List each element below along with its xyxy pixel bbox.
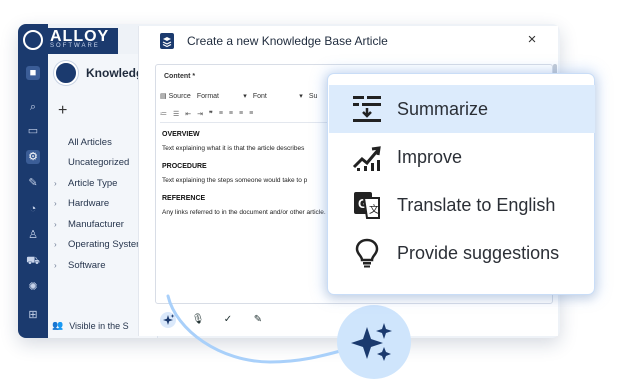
chevron-right-icon[interactable]: › <box>54 199 68 208</box>
kb-logo-icon <box>54 61 78 85</box>
section-text: Text explaining what it is that the arti… <box>162 145 305 152</box>
summarize-label: Summarize <box>397 98 489 119</box>
brand-logo: ALLOY SOFTWARE <box>48 28 118 54</box>
chevron-down-icon: ▾ <box>299 93 303 100</box>
kb-header: Knowledge <box>54 60 150 86</box>
tools-icon[interactable]: ✎ <box>26 176 40 190</box>
nav-item-label: Manufacturer <box>68 218 124 230</box>
menu-item-suggestions[interactable]: Provide suggestions <box>329 229 595 277</box>
improve-icon <box>352 146 381 171</box>
indent-icon[interactable]: ⇥ <box>197 110 203 118</box>
knowledge-article-icon <box>160 33 174 49</box>
nav-item-label: All Articles <box>68 136 112 148</box>
section-heading: OVERVIEW <box>162 131 200 138</box>
lightbulb-icon <box>355 238 379 268</box>
modal-header: Create a new Knowledge Base Article × <box>139 26 559 56</box>
gauge-icon[interactable]: ◔ <box>26 202 40 216</box>
menu-item-improve[interactable]: Improve <box>329 133 595 181</box>
nav-item-label: Article Type <box>68 177 118 189</box>
blockquote-icon[interactable]: ❞ <box>209 110 213 118</box>
sparkle-icon <box>351 323 392 361</box>
cart-icon[interactable]: ⛟ <box>26 254 40 268</box>
search-icon[interactable]: ⌕ <box>26 100 40 114</box>
translate-icon: G 文 <box>354 192 380 219</box>
ai-sparkle-button[interactable] <box>160 312 176 328</box>
add-button[interactable]: + <box>58 102 67 120</box>
outdent-icon[interactable]: ⇤ <box>185 110 191 118</box>
editor-actions: 🎙 ✓ ✎ <box>160 311 280 329</box>
summarize-icon <box>353 96 381 122</box>
visible-in-row: 👥 Visible in the S <box>52 320 129 331</box>
format-label: Format <box>196 92 219 100</box>
font-label: Font <box>252 92 267 100</box>
content-label: Content * <box>164 73 196 80</box>
user-icon[interactable]: ♙ <box>26 228 40 242</box>
source-button[interactable]: ▤ Source <box>160 92 191 101</box>
chevron-right-icon[interactable]: › <box>54 179 68 188</box>
spellcheck-icon[interactable]: ✓ <box>220 312 236 328</box>
bulleted-list-icon[interactable]: ☰ <box>173 110 179 118</box>
section-heading: REFERENCE <box>162 195 206 202</box>
chevron-right-icon[interactable]: › <box>54 261 68 270</box>
chevron-right-icon[interactable]: › <box>54 240 68 249</box>
align-left-icon[interactable]: ≡ <box>219 110 223 117</box>
grid-icon[interactable]: ⊞ <box>26 308 40 322</box>
chevron-right-icon[interactable]: › <box>54 220 68 229</box>
size-dropdown[interactable]: Su <box>309 93 318 100</box>
suggestions-label: Provide suggestions <box>397 242 560 263</box>
translate-label: Translate to English <box>397 194 556 215</box>
chevron-down-icon: ▾ <box>243 93 247 100</box>
section-text: Text explaining the steps someone would … <box>162 177 308 184</box>
nav-item-label: Software <box>68 259 106 271</box>
stage: ■ ⌕ ▭ ⚙ ✎ ◔ ♙ ⛟ ✺ ⊞ ALLOY SOFTWARE Knowle… <box>0 0 637 390</box>
sun-icon[interactable]: ✺ <box>26 280 40 294</box>
justify-icon[interactable]: ≡ <box>249 110 253 117</box>
section-text: Any links referred to in the document an… <box>162 209 326 216</box>
nav-item-label: Hardware <box>68 198 110 210</box>
menu-item-summarize[interactable]: Summarize <box>329 85 595 133</box>
modal-title: Create a new Knowledge Base Article <box>187 34 388 48</box>
sparkle-icon <box>163 314 175 325</box>
edit-check-icon[interactable]: ✎ <box>250 312 266 328</box>
microphone-icon[interactable]: 🎙 <box>190 312 206 328</box>
alloy-logo-icon <box>23 30 43 50</box>
improve-label: Improve <box>397 146 463 167</box>
numbered-list-icon[interactable]: ≔ <box>160 110 167 118</box>
source-label: Source <box>168 92 191 100</box>
ai-action-menu: Summarize Improve G 文 Translate to Engli… <box>327 73 595 295</box>
users-icon: 👥 <box>52 320 64 330</box>
svg-text:文: 文 <box>369 203 379 216</box>
size-label: Su <box>308 92 318 100</box>
source-icon: ▤ <box>160 93 167 100</box>
align-center-icon[interactable]: ≡ <box>229 110 233 117</box>
ai-sparkle-badge <box>337 305 411 379</box>
nav-rail: ■ ⌕ ▭ ⚙ ✎ ◔ ♙ ⛟ ✺ ⊞ <box>18 24 48 338</box>
font-dropdown[interactable]: Font ▾ <box>252 92 303 101</box>
folder-icon[interactable]: ■ <box>26 66 40 80</box>
nav-item-label: Uncategorized <box>68 157 130 169</box>
align-right-icon[interactable]: ≡ <box>239 110 243 117</box>
editor-body[interactable]: OVERVIEW Text explaining what it is that … <box>162 131 332 217</box>
close-button[interactable]: × <box>523 31 541 49</box>
visible-in-label: Visible in the S <box>69 320 129 331</box>
nav-item-label: Operating System <box>68 239 145 251</box>
settings-icon[interactable]: ⚙ <box>26 150 40 164</box>
format-dropdown[interactable]: Format ▾ <box>196 92 247 101</box>
inbox-icon[interactable]: ▭ <box>26 124 40 138</box>
menu-item-translate[interactable]: G 文 Translate to English <box>329 181 595 229</box>
section-heading: PROCEDURE <box>162 163 207 170</box>
